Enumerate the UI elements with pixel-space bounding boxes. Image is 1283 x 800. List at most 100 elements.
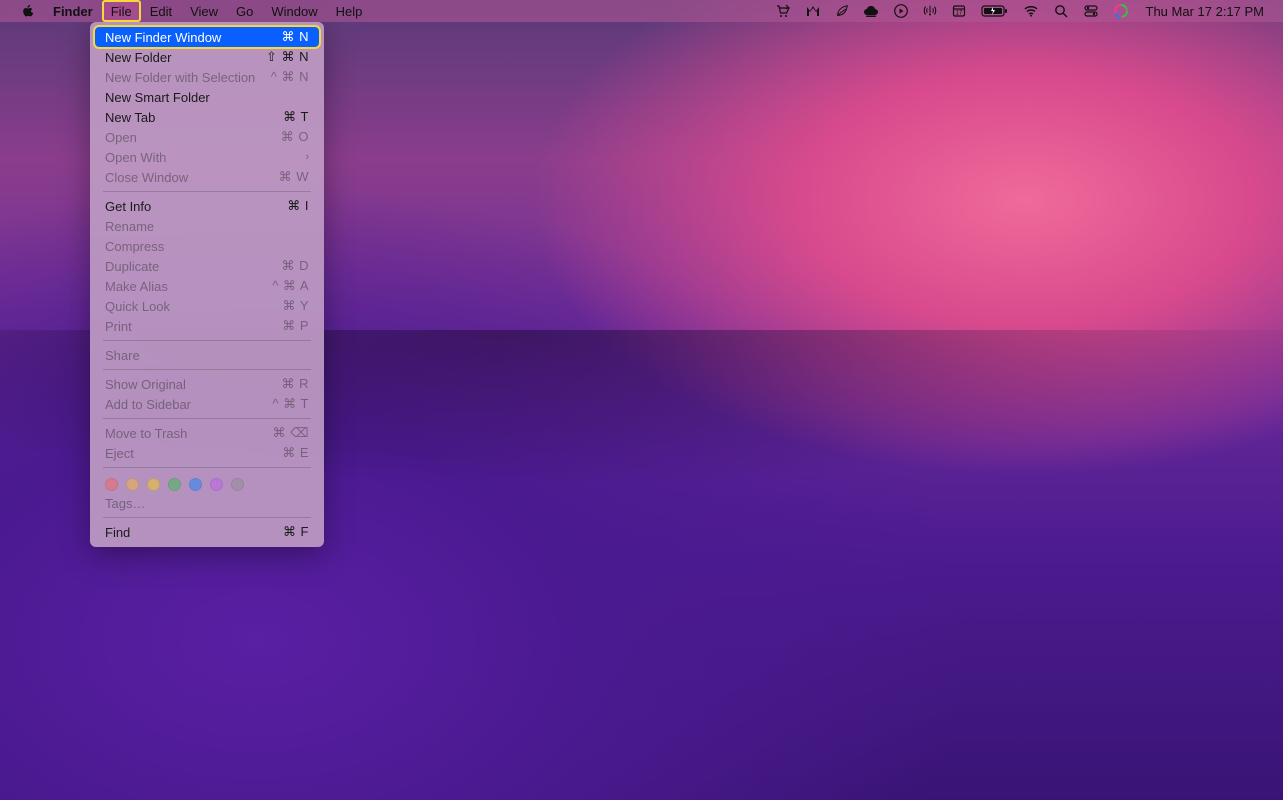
menu-item-add-to-sidebar: Add to Sidebar ^ ⌘ T [95, 394, 319, 414]
menu-item-share: Share [95, 345, 319, 365]
menubar-clock[interactable]: Thu Mar 17 2:17 PM [1136, 0, 1272, 22]
menu-edit[interactable]: Edit [141, 0, 181, 22]
menu-item-label: Open With [105, 150, 166, 165]
status-cloud-app-icon[interactable] [856, 0, 886, 22]
menu-item-get-info[interactable]: Get Info ⌘ I [95, 196, 319, 216]
menu-file[interactable]: File [102, 0, 141, 22]
menu-item-shortcut: ^ ⌘ N [271, 69, 309, 85]
siri-icon [1113, 3, 1129, 19]
status-wifi-icon[interactable] [1016, 0, 1046, 22]
menu-item-shortcut: ⌘ W [279, 169, 309, 185]
status-spotlight-icon[interactable] [1046, 0, 1076, 22]
status-leaf-icon[interactable] [828, 0, 856, 22]
menu-separator [103, 467, 311, 468]
menu-item-find[interactable]: Find ⌘ F [95, 522, 319, 542]
menu-item-shortcut: ⌘ F [283, 524, 309, 540]
status-play-circle-icon[interactable] [886, 0, 916, 22]
apple-logo-icon [21, 4, 35, 18]
wifi-icon [1023, 3, 1039, 19]
menu-item-close-window: Close Window ⌘ W [95, 167, 319, 187]
menu-item-shortcut: ⇧ ⌘ N [266, 49, 309, 65]
menu-item-show-original: Show Original⌘ R [95, 374, 319, 394]
status-calendar-icon[interactable]: 17 [944, 0, 974, 22]
menu-help[interactable]: Help [327, 0, 372, 22]
menu-item-label: Make Alias [105, 279, 168, 294]
menu-item-new-tab[interactable]: New Tab⌘ T [95, 107, 319, 127]
menu-item-shortcut: ⌘ E [282, 445, 309, 461]
cart-arrow-icon [775, 3, 791, 19]
menu-item-label: Quick Look [105, 299, 170, 314]
menu-item-new-folder-with-selection: New Folder with Selection ^ ⌘ N [95, 67, 319, 87]
calendar-icon: 17 [951, 3, 967, 19]
menu-item-print: Print⌘ P [95, 316, 319, 336]
menubar: Finder File Edit View Go Window Help 17 … [0, 0, 1283, 22]
menu-window[interactable]: Window [262, 0, 326, 22]
menu-item-move-to-trash: Move to Trash⌘ ⌫ [95, 423, 319, 443]
menu-item-label: Duplicate [105, 259, 159, 274]
menu-item-label: Find [105, 525, 130, 540]
menu-item-shortcut: ⌘ ⌫ [273, 425, 310, 441]
menu-item-shortcut: ⌘ P [282, 318, 309, 334]
menu-item-label: Eject [105, 446, 134, 461]
menu-item-label: New Tab [105, 110, 155, 125]
menu-separator [103, 340, 311, 341]
apple-menu[interactable] [12, 0, 44, 22]
menu-item-make-alias: Make Alias ^ ⌘ A [95, 276, 319, 296]
menu-separator [103, 517, 311, 518]
tag-color-row [95, 472, 319, 493]
menu-item-shortcut: ⌘ D [282, 258, 310, 274]
tag-color-dot[interactable] [210, 478, 223, 491]
tag-color-dot[interactable] [189, 478, 202, 491]
file-menu-dropdown: New Finder Window⌘ NNew Folder⇧ ⌘ NNew F… [90, 22, 324, 547]
menu-item-new-folder[interactable]: New Folder ⇧ ⌘ N [95, 47, 319, 67]
menu-item-open: Open⌘ O [95, 127, 319, 147]
menu-item-shortcut: ⌘ I [287, 198, 309, 214]
tag-color-dot[interactable] [105, 478, 118, 491]
status-siri-icon[interactable] [1106, 0, 1136, 22]
battery-charging-icon [981, 4, 1009, 18]
tag-color-dot[interactable] [126, 478, 139, 491]
menu-item-label: New Folder with Selection [105, 70, 255, 85]
menu-item-shortcut: ^ ⌘ T [272, 396, 309, 412]
status-battery-icon[interactable] [974, 0, 1016, 22]
app-name[interactable]: Finder [44, 0, 102, 22]
tag-color-dot[interactable] [231, 478, 244, 491]
malwarebytes-icon [805, 3, 821, 19]
broadcast-icon [923, 4, 937, 18]
tag-color-dot[interactable] [168, 478, 181, 491]
menu-item-label: New Smart Folder [105, 90, 210, 105]
leaf-icon [835, 4, 849, 18]
menu-separator [103, 418, 311, 419]
menu-item-label: Get Info [105, 199, 151, 214]
control-center-icon [1083, 3, 1099, 19]
menu-item-open-with: Open With › [95, 147, 319, 167]
status-broadcast-icon[interactable] [916, 0, 944, 22]
menu-item-shortcut: ⌘ O [281, 129, 309, 145]
cloud-stack-icon [863, 3, 879, 19]
menu-item-shortcut: ⌘ N [282, 29, 310, 45]
menu-view[interactable]: View [181, 0, 227, 22]
menu-item-label: New Folder [105, 50, 171, 65]
menu-separator [103, 369, 311, 370]
menu-item-label: Share [105, 348, 140, 363]
menu-item-label: Close Window [105, 170, 188, 185]
chevron-right-icon: › [305, 151, 309, 163]
menu-item-label: New Finder Window [105, 30, 221, 45]
tag-color-dot[interactable] [147, 478, 160, 491]
search-icon [1053, 3, 1069, 19]
status-malwarebytes-icon[interactable] [798, 0, 828, 22]
menu-item-compress: Compress [95, 236, 319, 256]
menu-item-new-smart-folder[interactable]: New Smart Folder [95, 87, 319, 107]
menu-go[interactable]: Go [227, 0, 262, 22]
svg-text:17: 17 [955, 11, 962, 17]
status-control-center-icon[interactable] [1076, 0, 1106, 22]
menu-item-label: Add to Sidebar [105, 397, 191, 412]
menu-item-quick-look: Quick Look⌘ Y [95, 296, 319, 316]
menu-item-eject: Eject ⌘ E [95, 443, 319, 463]
status-unknown-app-icon[interactable] [768, 0, 798, 22]
menu-item-rename: Rename [95, 216, 319, 236]
menu-item-shortcut: ^ ⌘ A [272, 278, 309, 294]
menu-item-new-finder-window[interactable]: New Finder Window ⌘ N [95, 27, 319, 47]
menu-item-label: Rename [105, 219, 154, 234]
menu-item-label: Compress [105, 239, 164, 254]
